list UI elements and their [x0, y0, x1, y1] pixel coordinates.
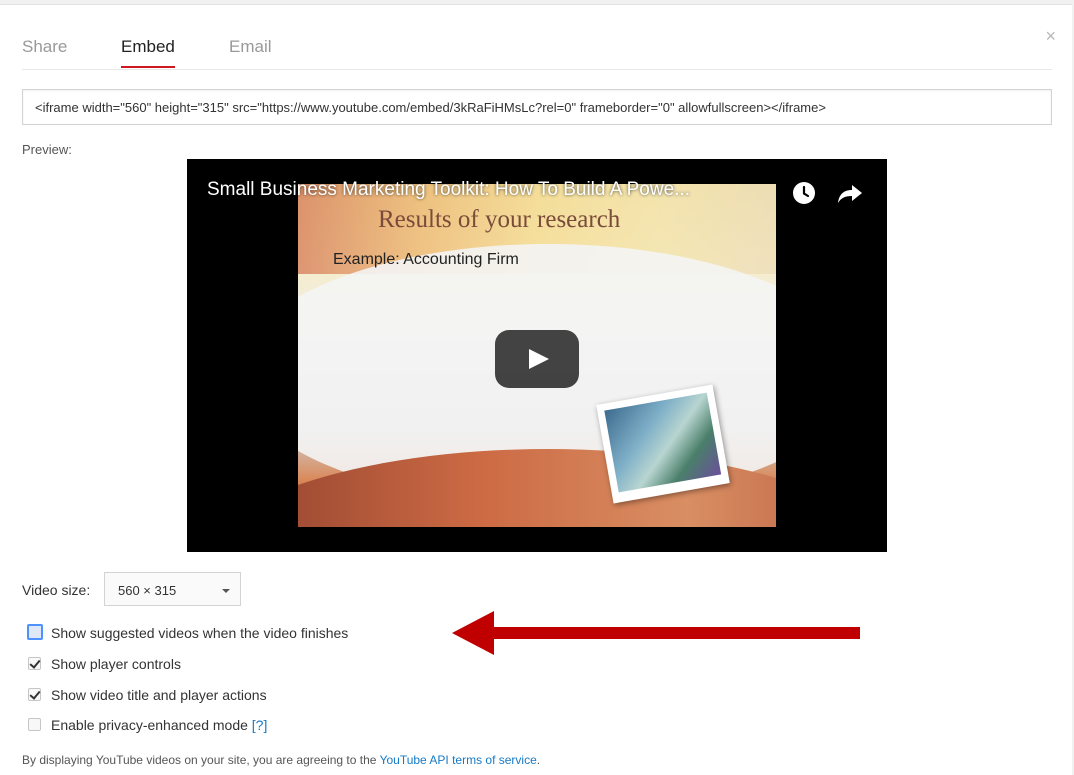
share-dialog: Share Embed Email × Preview: Results of … [0, 4, 1072, 775]
video-player[interactable]: Results of your research Example: Accoun… [187, 159, 887, 552]
annotation-arrow [452, 611, 860, 655]
video-title[interactable]: Small Business Marketing Toolkit: How To… [207, 179, 690, 201]
option-label: Enable privacy-enhanced mode [?] [51, 717, 268, 733]
title-actions-checkbox[interactable] [28, 688, 41, 701]
watch-later-icon[interactable] [792, 181, 816, 205]
close-icon[interactable]: × [1045, 27, 1056, 45]
preview-label: Preview: [22, 142, 72, 157]
privacy-help-link[interactable]: [?] [252, 717, 268, 733]
slide-subtitle: Example: Accounting Firm [333, 251, 519, 268]
option-label: Show suggested videos when the video fin… [51, 625, 349, 641]
option-label: Show player controls [51, 656, 181, 672]
video-size-dropdown[interactable]: 560 × 315 [104, 572, 241, 606]
video-size-label: Video size: [22, 582, 91, 598]
terms-notice: By displaying YouTube videos on your sit… [22, 753, 541, 767]
embed-code-field[interactable] [22, 89, 1052, 125]
play-icon[interactable] [495, 330, 579, 388]
option-label: Show video title and player actions [51, 687, 267, 703]
privacy-mode-checkbox[interactable] [28, 718, 41, 731]
slide-title: Results of your research [378, 206, 621, 233]
suggested-videos-checkbox[interactable] [27, 624, 43, 640]
tab-bar: Share Embed Email [22, 5, 1052, 70]
video-size-value: 560 × 315 [118, 583, 177, 598]
tab-embed[interactable]: Embed [121, 37, 175, 68]
player-controls-checkbox[interactable] [28, 657, 41, 670]
slide-photo [596, 384, 730, 504]
chevron-down-icon [222, 589, 230, 593]
api-terms-link[interactable]: YouTube API terms of service [380, 753, 537, 767]
tab-email[interactable]: Email [229, 37, 272, 67]
tab-share[interactable]: Share [22, 37, 67, 67]
share-icon[interactable] [837, 181, 863, 205]
